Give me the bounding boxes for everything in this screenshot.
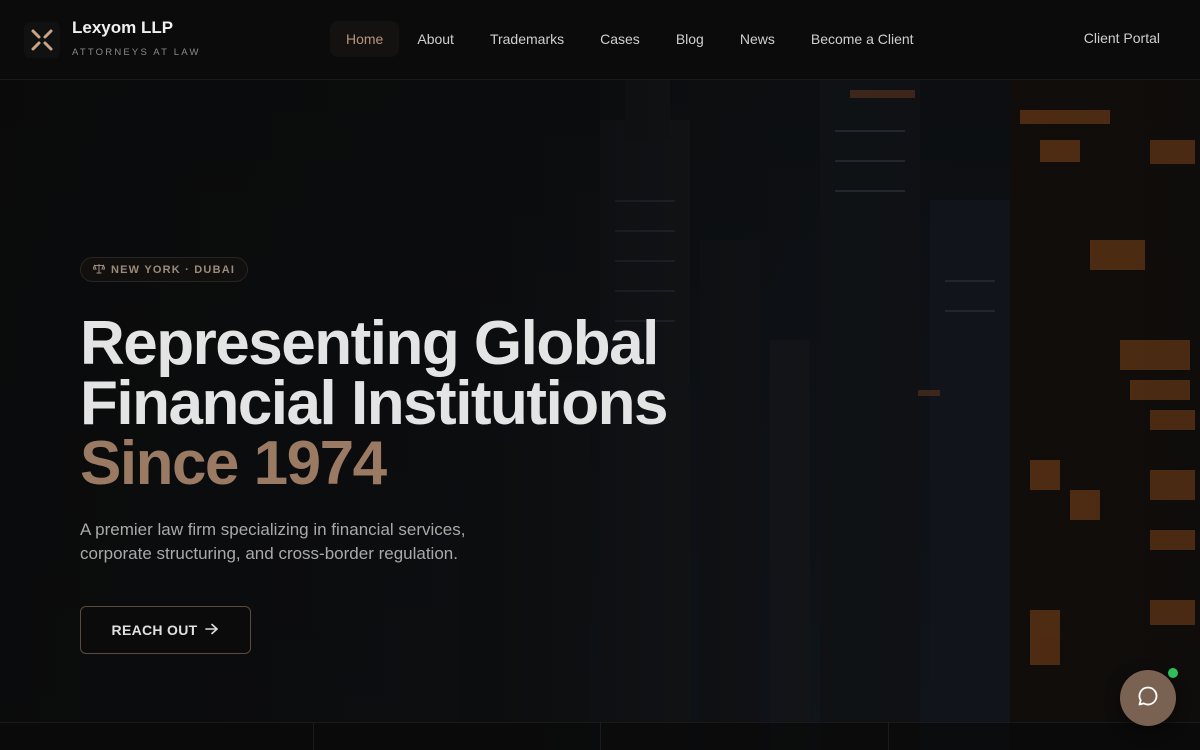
online-status-dot — [1168, 668, 1178, 678]
nav-item-become-a-client[interactable]: Become a Client — [793, 21, 932, 57]
location-badge: NEW YORK · DUBAI — [80, 257, 249, 282]
nav-item-cases[interactable]: Cases — [582, 21, 658, 57]
logo-icon[interactable] — [24, 22, 60, 58]
arrow-right-icon — [205, 622, 219, 638]
nav-item-home[interactable]: Home — [330, 21, 400, 57]
nav-item-blog[interactable]: Blog — [658, 21, 722, 57]
nav-item-news[interactable]: News — [722, 21, 793, 57]
headline-accent: Since 1974 — [80, 429, 387, 498]
divider — [600, 723, 601, 750]
nav-item-about[interactable]: About — [399, 21, 472, 57]
reach-out-label: REACH OUT — [111, 622, 198, 638]
nav-item-trademarks[interactable]: Trademarks — [472, 21, 582, 57]
divider — [313, 723, 314, 750]
location-badge-text: NEW YORK · DUBAI — [111, 263, 236, 276]
main-nav: Home About Trademarks Cases Blog News Be… — [330, 21, 932, 57]
divider — [888, 723, 889, 750]
brand-name[interactable]: Lexyom LLP — [72, 18, 173, 38]
reach-out-button[interactable]: REACH OUT — [80, 606, 251, 654]
hero-subtitle: A premier law firm specializing in finan… — [80, 520, 466, 563]
chat-button[interactable] — [1120, 670, 1176, 726]
headline-line-1: Representing Global — [80, 309, 659, 378]
headline-line-2: Financial Institutions — [80, 369, 669, 438]
hero-headline: Representing Global Financial Institutio… — [80, 309, 669, 498]
chat-bubble-icon — [1136, 684, 1160, 713]
client-portal-link[interactable]: Client Portal — [1084, 30, 1160, 46]
scales-icon — [92, 263, 106, 277]
brand-tagline: ATTORNEYS AT LAW — [72, 47, 201, 58]
bottom-section-edge — [0, 722, 1200, 750]
site-header: Lexyom LLP ATTORNEYS AT LAW Home About T… — [0, 0, 1200, 80]
